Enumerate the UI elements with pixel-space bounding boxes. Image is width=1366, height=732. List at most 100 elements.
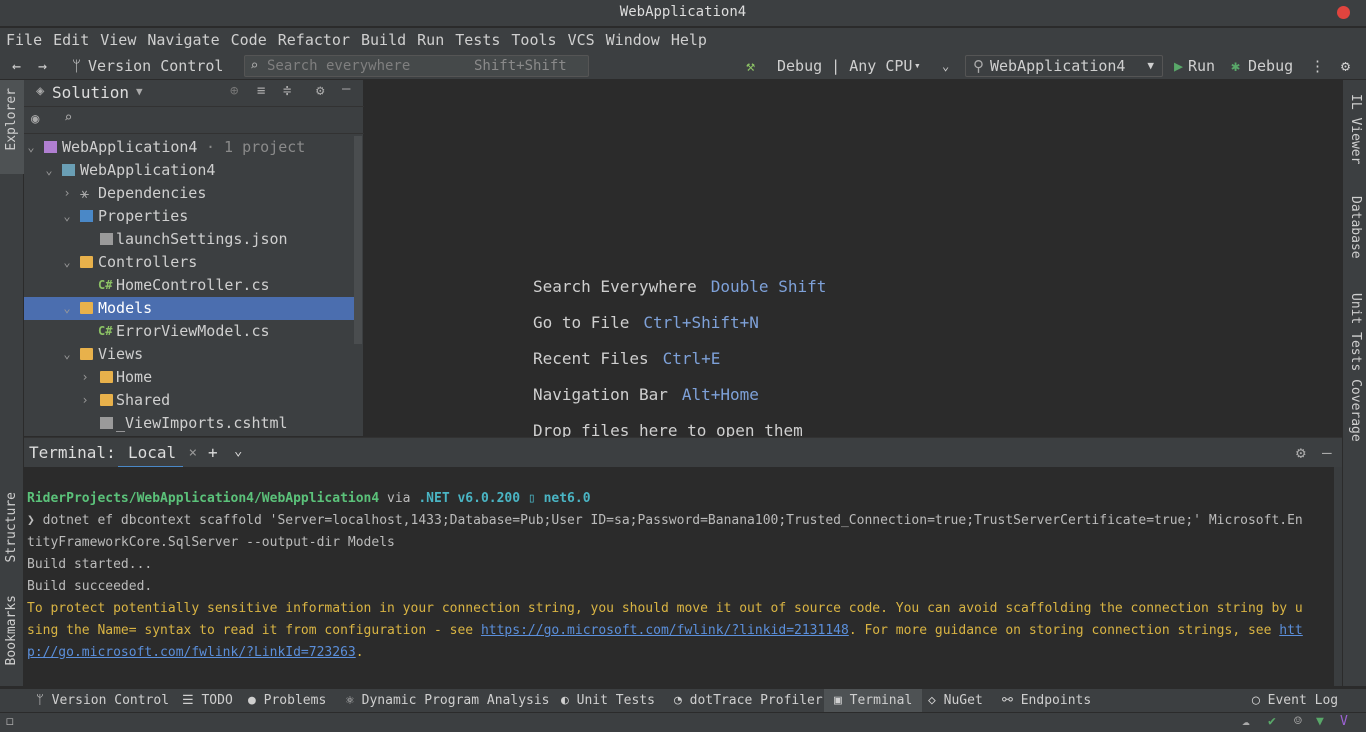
menu-help[interactable]: Help <box>671 28 707 52</box>
tree-row-viewimports[interactable]: _ViewImports.cshtml <box>24 412 354 435</box>
bottom-tab-endpoints[interactable]: ⚯ Endpoints <box>996 689 1097 713</box>
menu-vcs[interactable]: VCS <box>568 28 595 52</box>
gear-icon[interactable]: ⚙ <box>1341 52 1350 80</box>
target-icon[interactable]: ⊕ <box>230 83 238 99</box>
debug-button[interactable]: Debug <box>1248 52 1293 80</box>
hammer-icon[interactable]: ⚒ <box>746 52 755 80</box>
chevron-down-icon[interactable]: ⌄ <box>60 297 74 320</box>
build-config-selector[interactable]: Debug | Any CPU <box>777 52 912 80</box>
minimize-icon[interactable]: — <box>1322 443 1332 462</box>
menu-file[interactable]: File <box>6 28 42 52</box>
chevron-down-icon[interactable]: ⌄ <box>942 52 949 80</box>
bottom-tab-dynamic-program-analysis[interactable]: ⚛ Dynamic Program Analysis <box>340 689 556 713</box>
tree-row-views[interactable]: ⌄ Views <box>24 343 354 366</box>
close-icon[interactable]: × <box>189 445 197 461</box>
cloud-gear-icon[interactable]: ☁ <box>1242 714 1250 729</box>
chevron-right-icon[interactable]: › <box>60 182 74 205</box>
tree-row-project[interactable]: ⌄ WebApplication4 <box>24 159 354 182</box>
tree-row-launchsettings[interactable]: launchSettings.json <box>24 228 354 251</box>
face-icon[interactable]: ☺ <box>1294 714 1302 729</box>
chevron-right-icon[interactable]: › <box>78 366 92 389</box>
chevron-down-icon[interactable]: ▼ <box>136 85 143 98</box>
warning-link[interactable]: https://go.microsoft.com/fwlink/?linkid=… <box>481 623 849 638</box>
tree-row-solution[interactable]: ⌄ WebApplication4 · 1 project <box>24 136 354 159</box>
solution-icon: ◈ <box>36 83 45 99</box>
v-plugin-icon[interactable]: V <box>1340 714 1348 729</box>
back-arrow-icon[interactable]: ← <box>12 52 21 80</box>
tree-row-shared[interactable]: › Shared <box>24 389 354 412</box>
add-tab-icon[interactable]: + <box>208 443 218 462</box>
chevron-down-icon[interactable]: ▾ <box>914 52 921 80</box>
bottom-tab-todo[interactable]: ☰ TODO <box>176 689 239 713</box>
hint-key: Ctrl+E <box>662 349 721 368</box>
tree-row-controllers[interactable]: ⌄ Controllers <box>24 251 354 274</box>
chevron-down-icon[interactable]: ⌄ <box>24 136 38 159</box>
terminal-scrollbar[interactable] <box>1334 467 1342 686</box>
close-window-button[interactable] <box>1337 6 1350 19</box>
bug-icon[interactable]: ✱ <box>1231 52 1240 80</box>
tree-row-errorviewmodel[interactable]: C# ErrorViewModel.cs <box>24 320 354 343</box>
menu-tests[interactable]: Tests <box>455 28 500 52</box>
terminal-tab-local[interactable]: Local × <box>118 438 197 468</box>
menu-navigate[interactable]: Navigate <box>147 28 219 52</box>
more-options-icon[interactable]: ⋮ <box>1310 52 1325 80</box>
chevron-down-icon[interactable]: ⌄ <box>60 205 74 228</box>
warning-link[interactable]: htt <box>1279 623 1302 638</box>
vue-icon[interactable]: ▼ <box>1316 714 1324 729</box>
bottom-tab-terminal[interactable]: ▣ Terminal <box>824 689 923 713</box>
version-control-button[interactable]: Version Control <box>88 52 223 80</box>
menu-run[interactable]: Run <box>417 28 444 52</box>
chevron-down-icon[interactable]: ⌄ <box>60 251 74 274</box>
run-config-selector[interactable]: ⚲ WebApplication4 ▼ <box>965 55 1163 77</box>
chevron-down-icon[interactable]: ⌄ <box>60 343 74 366</box>
event-log-button[interactable]: ◯ Event Log <box>1246 689 1344 713</box>
gear-icon[interactable]: ⚙ <box>316 83 324 99</box>
menu-edit[interactable]: Edit <box>53 28 89 52</box>
tree-row-properties[interactable]: ⌄ Properties <box>24 205 354 228</box>
structure-tab[interactable]: Structure <box>4 492 19 562</box>
run-icon[interactable]: ▶ <box>1174 52 1183 80</box>
search-icon[interactable]: ⌕ <box>64 110 72 126</box>
prompt-via: via <box>387 491 411 506</box>
chevron-down-icon[interactable]: ⌄ <box>234 443 242 459</box>
check-circle-icon[interactable]: ✔ <box>1268 714 1276 729</box>
warning-link[interactable]: p://go.microsoft.com/fwlink/?LinkId=7232… <box>27 645 356 660</box>
minimize-icon[interactable]: — <box>342 81 350 97</box>
bookmarks-tab[interactable]: Bookmarks <box>4 595 19 665</box>
tree-row-models[interactable]: ⌄ Models <box>24 297 354 320</box>
tree-row-home[interactable]: › Home <box>24 366 354 389</box>
tree-row-dependencies[interactable]: › ⚹ Dependencies <box>24 182 354 205</box>
tree-label: ErrorViewModel.cs <box>116 322 270 340</box>
terminal-output[interactable]: RiderProjects/WebApplication4/WebApplica… <box>24 467 1342 686</box>
expand-all-icon[interactable]: ≡ <box>257 83 265 99</box>
solution-panel-title[interactable]: Solution <box>52 83 129 102</box>
unit-tests-coverage-tab[interactable]: Unit Tests Coverage <box>1348 293 1363 442</box>
il-viewer-tab[interactable]: IL Viewer <box>1348 94 1363 164</box>
bottom-tab-dottrace[interactable]: ◔ dotTrace Profiler <box>668 689 829 713</box>
menu-build[interactable]: Build <box>361 28 406 52</box>
tree-label: Shared <box>116 391 171 409</box>
bottom-tab-problems[interactable]: ● Problems <box>242 689 332 713</box>
solution-scrollbar[interactable] <box>354 136 362 344</box>
menu-refactor[interactable]: Refactor <box>278 28 350 52</box>
chevron-right-icon[interactable]: › <box>78 389 92 412</box>
menu-code[interactable]: Code <box>231 28 267 52</box>
bottom-tab-nuget[interactable]: ◇ NuGet <box>924 689 987 713</box>
menu-window[interactable]: Window <box>606 28 660 52</box>
search-everywhere-input[interactable]: ⌕ Search everywhere Shift+Shift <box>244 55 589 77</box>
toggle-tool-windows-icon[interactable]: ◻ <box>6 714 14 729</box>
chevron-down-icon[interactable]: ⌄ <box>42 159 56 182</box>
run-button[interactable]: Run <box>1188 52 1215 80</box>
view-options-icon[interactable]: ◉ <box>31 111 39 127</box>
gear-icon[interactable]: ⚙ <box>1296 443 1306 462</box>
terminal-warning-line: To protect potentially sensitive informa… <box>27 601 1303 616</box>
bottom-tab-unit-tests[interactable]: ◐ Unit Tests <box>555 689 661 713</box>
menu-tools[interactable]: Tools <box>511 28 556 52</box>
forward-arrow-icon[interactable]: → <box>38 52 47 80</box>
menu-view[interactable]: View <box>100 28 136 52</box>
collapse-all-icon[interactable]: ≑ <box>283 83 291 99</box>
tree-row-homecontroller[interactable]: C# HomeController.cs <box>24 274 354 297</box>
database-tab[interactable]: Database <box>1348 196 1363 259</box>
explorer-tab[interactable]: Explorer <box>4 88 19 151</box>
bottom-tab-version-control[interactable]: ᛘ Version Control <box>30 689 175 713</box>
